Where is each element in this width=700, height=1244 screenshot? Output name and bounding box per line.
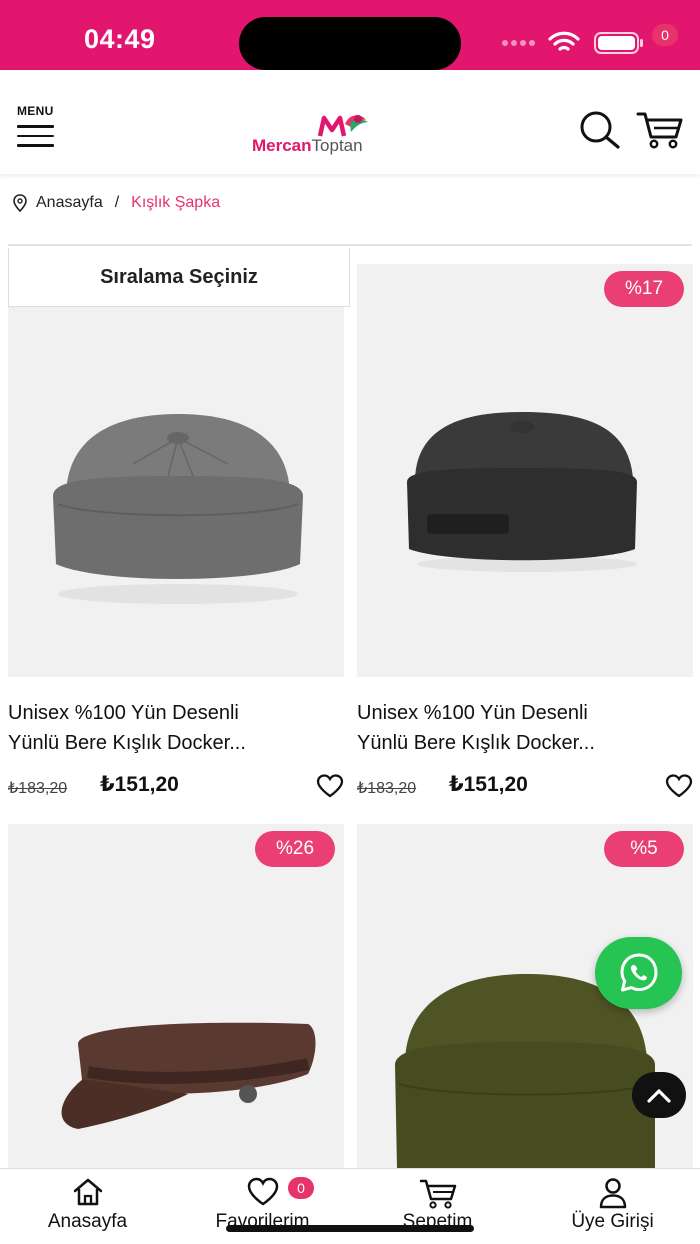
site-header: MENU MercanToptan xyxy=(0,70,700,174)
scroll-to-top-button[interactable] xyxy=(632,1072,686,1118)
nav-favorites[interactable]: 0 Favorilerim xyxy=(175,1169,350,1244)
price-row: ₺183,20 ₺151,20 xyxy=(8,772,344,802)
price-row: ₺183,20 ₺151,20 xyxy=(357,772,693,802)
favorites-count-badge: 0 xyxy=(288,1177,314,1199)
logo[interactable]: MercanToptan xyxy=(250,110,455,155)
sort-dropdown[interactable]: Sıralama Seçiniz xyxy=(8,248,350,307)
dynamic-island xyxy=(239,17,461,70)
whatsapp-button[interactable] xyxy=(595,937,682,1009)
home-icon xyxy=(73,1178,102,1206)
nav-home-label: Anasayfa xyxy=(47,1211,128,1232)
user-icon xyxy=(599,1178,626,1209)
product-title-line2[interactable]: Yünlü Bere Kışlık Docker... xyxy=(357,728,693,758)
product-image[interactable] xyxy=(357,264,693,677)
cart-icon[interactable] xyxy=(636,108,684,150)
logo-text: MercanToptan xyxy=(252,136,363,155)
heart-icon xyxy=(247,1177,278,1206)
nav-login[interactable]: Üye Girişi xyxy=(525,1169,700,1244)
menu-icon xyxy=(17,125,59,147)
cart-icon xyxy=(419,1179,456,1209)
status-bar: 04:49 xyxy=(0,0,700,70)
wifi-icon xyxy=(548,31,580,51)
breadcrumb-home-link[interactable]: Anasayfa xyxy=(36,194,103,212)
old-price: ₺183,20 xyxy=(357,780,417,797)
breadcrumb-separator: / xyxy=(114,194,120,211)
discount-badge: %17 xyxy=(604,271,684,307)
whatsapp-icon xyxy=(620,953,658,992)
discount-badge: %5 xyxy=(604,831,684,867)
price: ₺151,20 xyxy=(100,773,179,796)
breadcrumb: Anasayfa / Kışlık Şapka xyxy=(12,191,220,215)
product-title-line1[interactable]: Unisex %100 Yün Desenli xyxy=(8,698,344,728)
cellular-signal-icon xyxy=(502,40,535,46)
bottom-nav: Anasayfa 0 Favorilerim Sepetim Üye Giriş… xyxy=(0,1168,700,1244)
divider xyxy=(8,244,692,246)
menu-label: MENU xyxy=(17,104,54,118)
product-title-line1[interactable]: Unisex %100 Yün Desenli xyxy=(357,698,693,728)
product-title-line2[interactable]: Yünlü Bere Kışlık Docker... xyxy=(8,728,344,758)
search-icon[interactable] xyxy=(578,110,622,150)
discount-badge: %26 xyxy=(255,831,335,867)
product-card[interactable]: %17 Unisex %100 Yün Desenli Yünlü Bere K… xyxy=(357,264,693,804)
heart-icon[interactable] xyxy=(665,774,693,798)
breadcrumb-current: Kışlık Şapka xyxy=(131,194,221,211)
chevron-up-icon xyxy=(647,1089,671,1103)
product-image[interactable] xyxy=(8,264,344,677)
location-pin-icon xyxy=(13,194,27,212)
product-card[interactable]: %26 xyxy=(8,824,344,1168)
nav-home[interactable]: Anasayfa xyxy=(0,1169,175,1244)
product-image[interactable] xyxy=(8,824,344,1168)
price: ₺151,20 xyxy=(449,773,528,796)
product-card[interactable]: Unisex %100 Yün Desenli Yünlü Bere Kışlı… xyxy=(8,264,344,804)
heart-icon[interactable] xyxy=(316,774,344,798)
old-price: ₺183,20 xyxy=(8,780,68,797)
battery-icon xyxy=(594,32,643,54)
cart-count-badge: 0 xyxy=(652,24,678,46)
status-time: 04:49 xyxy=(84,24,156,54)
home-indicator xyxy=(226,1225,474,1232)
nav-cart[interactable]: Sepetim xyxy=(350,1169,525,1244)
menu-button[interactable]: MENU xyxy=(17,104,59,147)
nav-login-label: Üye Girişi xyxy=(571,1211,654,1232)
